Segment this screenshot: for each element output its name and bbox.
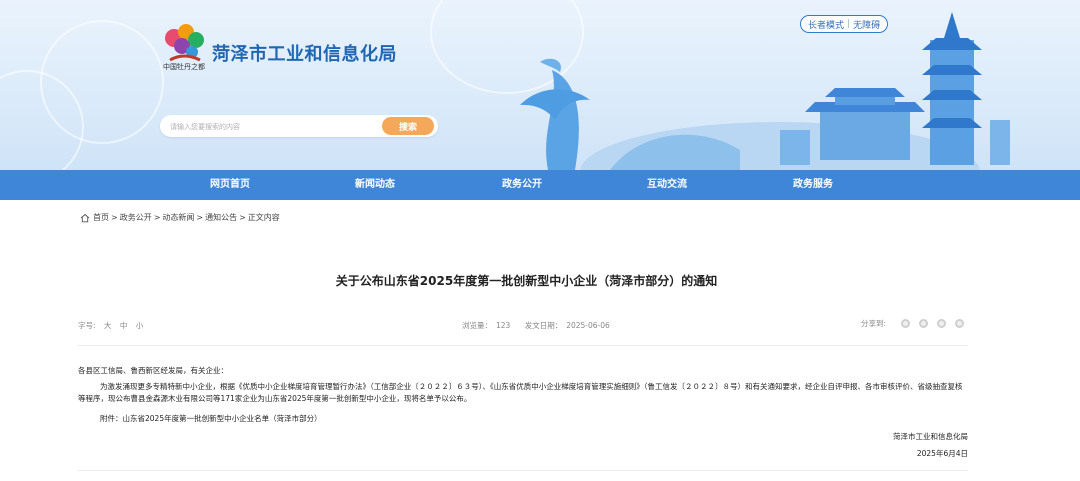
- search-input[interactable]: [168, 118, 382, 136]
- barrier-free-link[interactable]: 无障碍: [853, 18, 880, 31]
- qq-icon[interactable]: [937, 319, 946, 328]
- signature-date: 2025年6月4日: [916, 449, 968, 458]
- breadcrumb-separator: >: [239, 213, 246, 222]
- breadcrumb-separator: >: [196, 213, 204, 222]
- views-label: 浏览量：: [462, 321, 492, 330]
- elder-mode-link[interactable]: 长者模式: [808, 18, 844, 31]
- font-size-label: 字号:: [78, 321, 96, 330]
- font-size-controls: 字号: 大 中 小: [78, 320, 149, 331]
- nav-item-services[interactable]: 政务服务: [793, 170, 833, 200]
- search-box: 搜索: [160, 115, 438, 137]
- breadcrumb-government-affairs[interactable]: 政务公开: [120, 212, 152, 223]
- breadcrumb-separator: >: [153, 213, 161, 222]
- main-nav: 网页首页 新闻动态 政务公开 互动交流 政务服务: [0, 170, 1080, 200]
- breadcrumb-separator: >: [111, 213, 118, 222]
- share-bar: 分享到:: [861, 318, 964, 329]
- weibo-icon[interactable]: [919, 319, 928, 328]
- share-label: 分享到:: [860, 319, 886, 328]
- home-icon: [80, 213, 90, 222]
- nav-item-interaction[interactable]: 互动交流: [647, 170, 687, 200]
- article-attachment[interactable]: 附件：山东省2025年度第一批创新型中小企业名单（菏泽市部分）: [78, 413, 968, 425]
- qzone-icon[interactable]: [955, 319, 964, 328]
- breadcrumb-notices[interactable]: 通知公告: [205, 212, 237, 223]
- breadcrumb-current: 正文内容: [247, 213, 280, 222]
- font-size-small[interactable]: 小: [136, 321, 144, 330]
- divider: [78, 345, 968, 346]
- article-greeting: 各县区工信局、鲁西新区经发局，有关企业：: [78, 366, 228, 375]
- font-size-large[interactable]: 大: [104, 321, 112, 330]
- site-header: 中国牡丹之都 菏泽市工业和信息化局 长者模式 | 无障碍 搜索: [0, 0, 1080, 170]
- date-label: 发文日期：: [524, 321, 563, 330]
- breadcrumb: 首页 > 政务公开 > 动态新闻 > 通知公告 > 正文内容: [80, 212, 280, 223]
- article-meta: 字号: 大 中 小 浏览量： 123 发文日期： 2025-06-06 分享到:: [78, 318, 968, 332]
- logo-caption: 中国牡丹之都: [163, 63, 205, 71]
- divider: [78, 470, 968, 471]
- accessibility-toolbar: 长者模式 | 无障碍: [800, 15, 889, 33]
- views-count: 123: [496, 321, 511, 330]
- breadcrumb-news[interactable]: 动态新闻: [162, 212, 194, 223]
- nav-item-home[interactable]: 网页首页: [210, 170, 250, 200]
- article-stats: 浏览量： 123 发文日期： 2025-06-06: [462, 320, 614, 331]
- site-title: 菏泽市工业和信息化局: [212, 44, 397, 65]
- nav-item-government-affairs[interactable]: 政务公开: [502, 170, 542, 200]
- wechat-icon[interactable]: [901, 319, 910, 328]
- article-title: 关于公布山东省2025年度第一批创新型中小企业（菏泽市部分）的通知: [335, 274, 718, 288]
- search-button[interactable]: 搜索: [382, 117, 434, 135]
- breadcrumb-home[interactable]: 首页: [93, 212, 109, 223]
- article-paragraph: 为激发涌现更多专精特新中小企业，根据《优质中小企业梯度培育管理暂行办法》（工信部…: [78, 382, 963, 403]
- font-size-medium[interactable]: 中: [120, 321, 128, 330]
- separator: |: [847, 19, 851, 29]
- publish-date: 2025-06-06: [566, 321, 610, 330]
- signature-org: 菏泽市工业和信息化局: [893, 432, 968, 441]
- nav-item-news[interactable]: 新闻动态: [355, 170, 395, 200]
